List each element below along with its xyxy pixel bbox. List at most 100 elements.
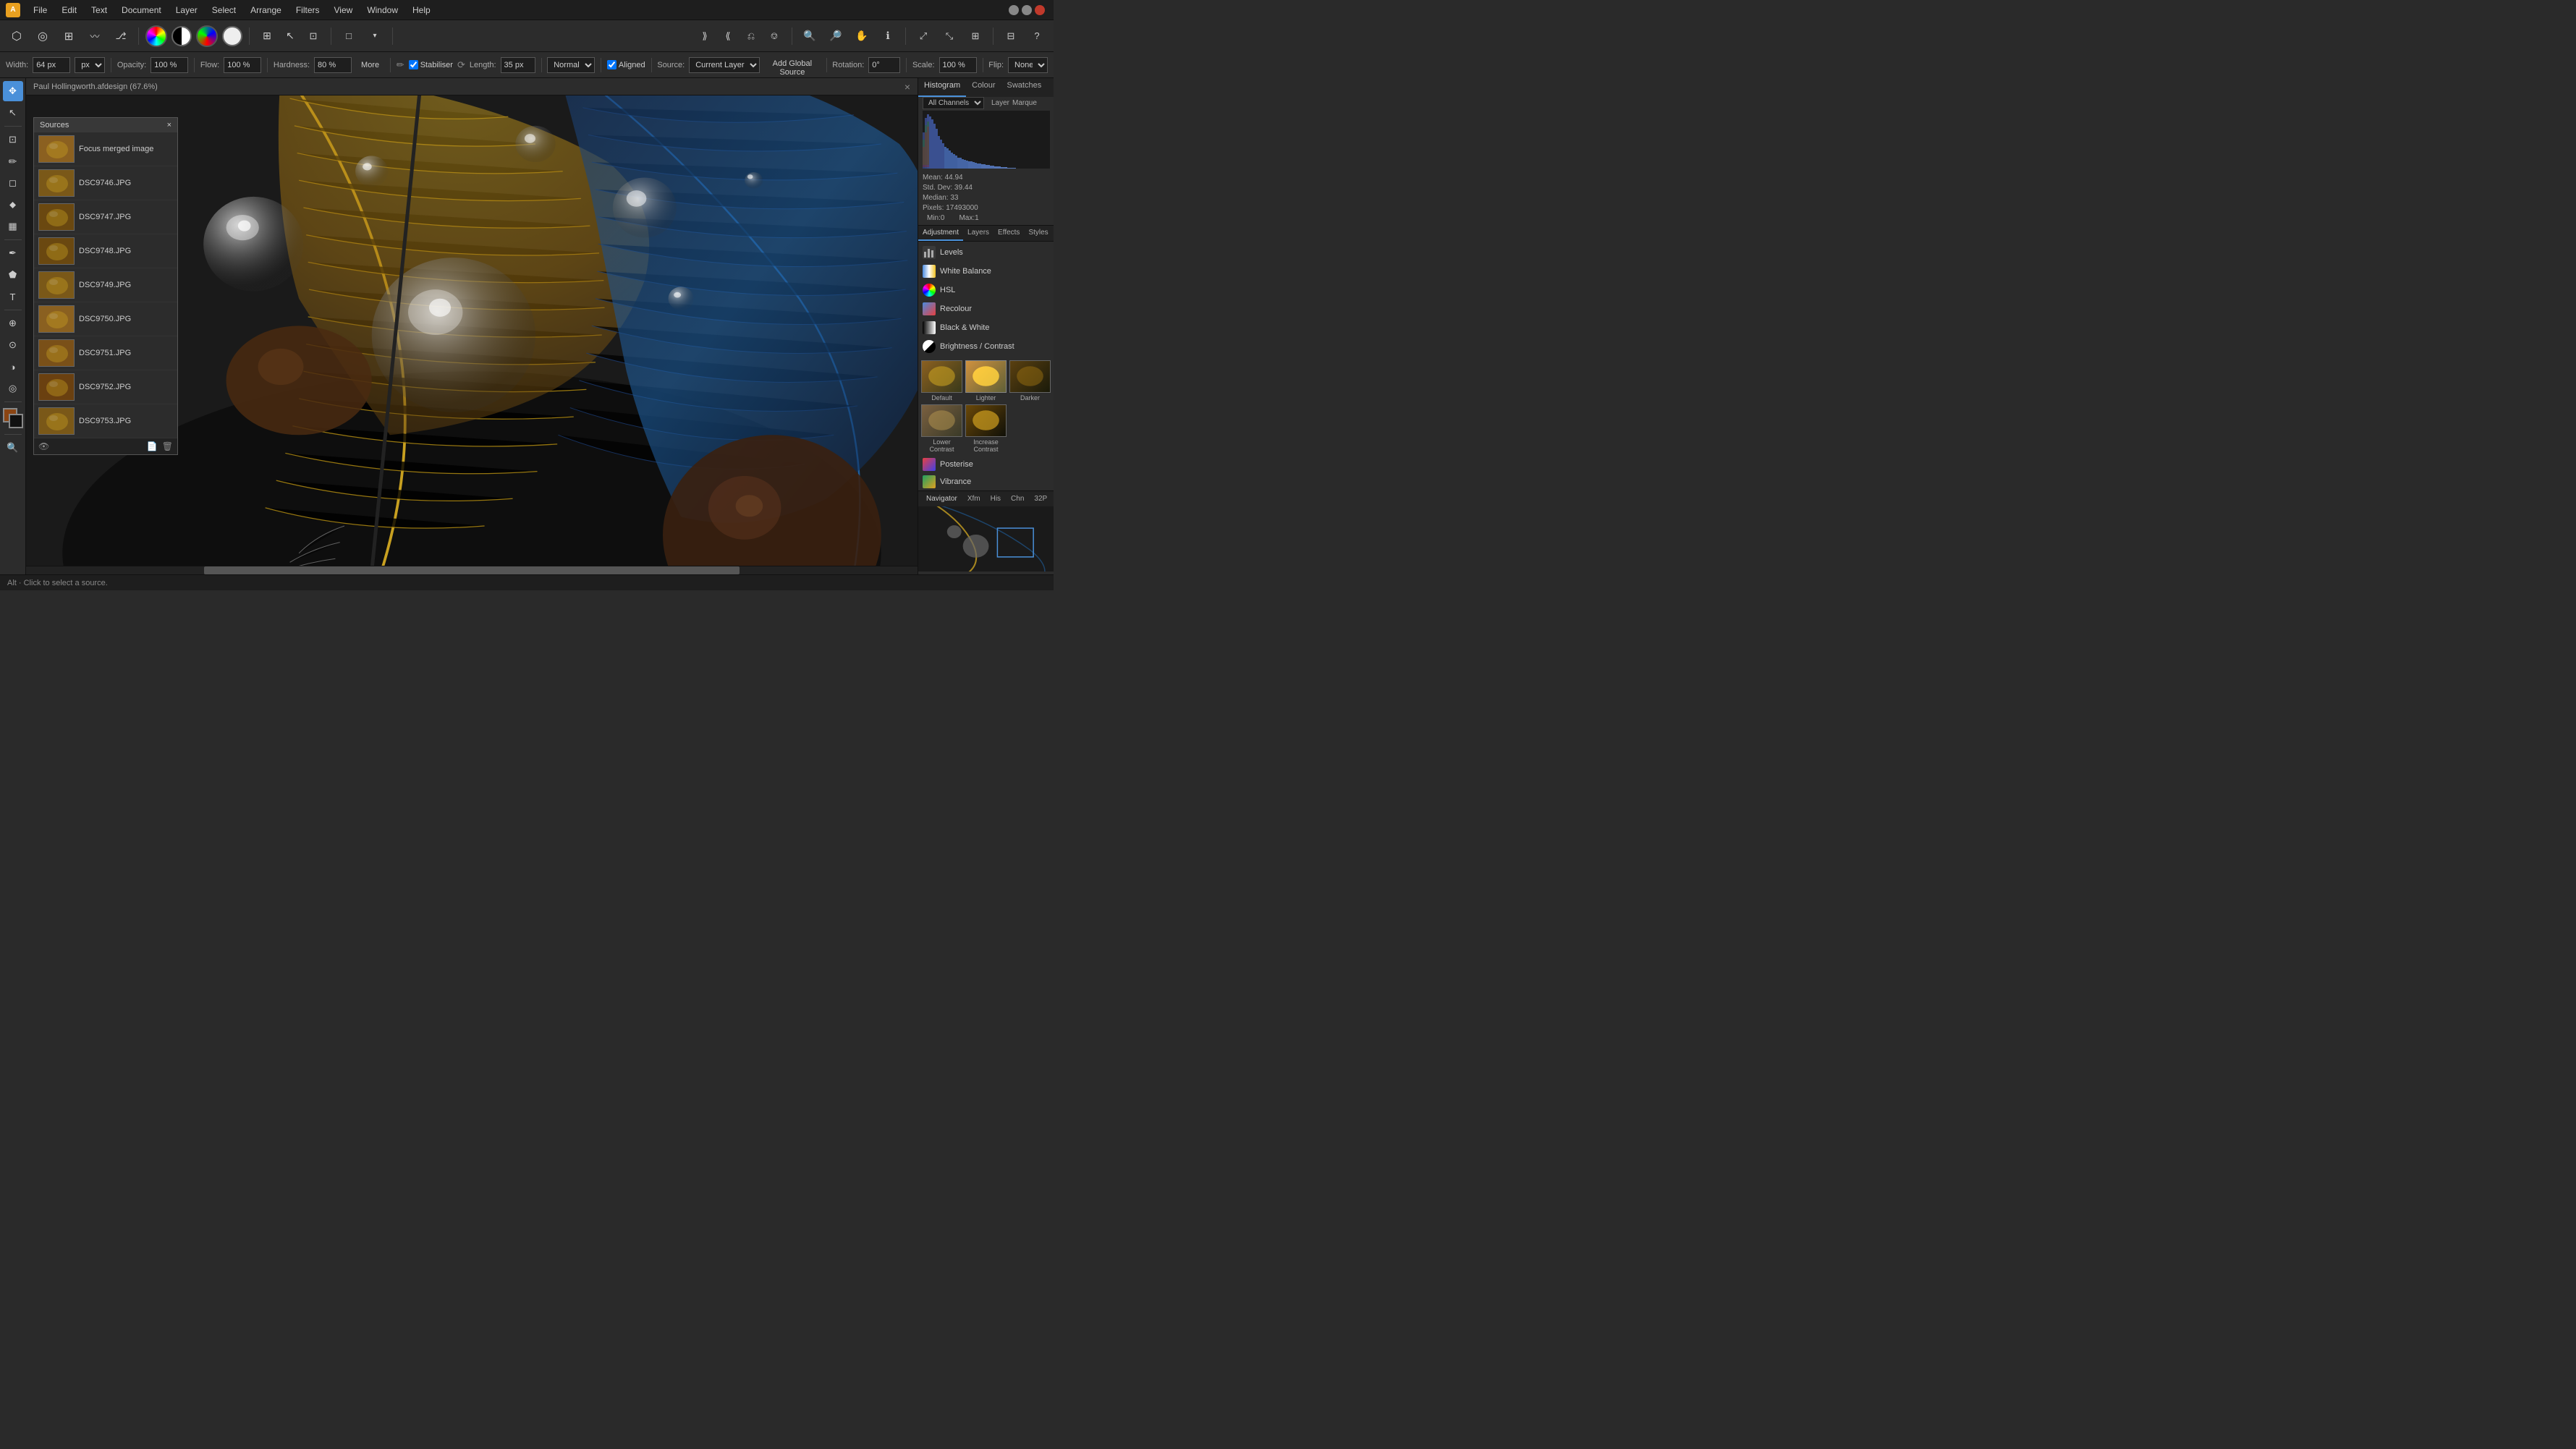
add-global-source-button[interactable]: Add Global Source (764, 57, 820, 73)
adj-hsl[interactable]: HSL (918, 281, 1054, 299)
toolbar-waveform[interactable]: 〰 (84, 26, 106, 46)
window-maximize[interactable] (1022, 5, 1032, 15)
navigator-preview[interactable] (918, 506, 1054, 571)
sources-close-button[interactable]: × (167, 121, 171, 129)
tool-dodge[interactable]: ◑ (3, 357, 23, 377)
opacity-input[interactable] (151, 57, 188, 73)
tab-histogram[interactable]: Histogram (918, 78, 966, 97)
tool-gradient[interactable]: ▦ (3, 216, 23, 237)
tool-select[interactable]: ↖ (3, 103, 23, 123)
nav-tab-chn[interactable]: Chn (1007, 493, 1028, 504)
toolbar-color-picker[interactable] (145, 25, 167, 47)
canvas-image-area[interactable]: Sources × Focus merged image DSC9746.JP (26, 95, 918, 574)
menu-window[interactable]: Window (361, 4, 404, 17)
menu-filters[interactable]: Filters (290, 4, 326, 17)
toolbar-history[interactable]: ⎌ (740, 26, 762, 46)
stabiliser-check[interactable] (409, 60, 418, 69)
marque-label[interactable]: Marque (1012, 99, 1037, 107)
toolbar-studio[interactable]: ⊟ (1000, 26, 1022, 46)
background-color[interactable] (9, 414, 23, 428)
flow-input[interactable] (224, 57, 261, 73)
toolbar-right-3[interactable]: ⊞ (965, 26, 986, 46)
tool-clone[interactable]: ⊕ (3, 313, 23, 333)
toolbar-zoom-in[interactable]: 🔍 (799, 26, 821, 46)
tool-pen[interactable]: ✒ (3, 243, 23, 263)
tool-crop[interactable]: ⊡ (3, 129, 23, 150)
menu-edit[interactable]: Edit (56, 4, 82, 17)
menu-text[interactable]: Text (85, 4, 113, 17)
menu-document[interactable]: Document (116, 4, 167, 17)
tab-brushes[interactable]: Brushes (1047, 78, 1054, 97)
layer-label[interactable]: Layer (991, 99, 1009, 107)
style-default[interactable]: Default (921, 360, 962, 401)
blend-mode-select[interactable]: Normal (547, 57, 595, 73)
nav-tab-navigator[interactable]: Navigator (923, 493, 961, 504)
source-item[interactable]: DSC9753.JPG (34, 404, 177, 438)
tool-erase[interactable]: ◻ (3, 173, 23, 193)
tab-layers[interactable]: Layers (963, 226, 993, 241)
scale-input[interactable] (939, 57, 977, 73)
length-input[interactable] (501, 57, 535, 73)
source-item[interactable]: DSC9747.JPG (34, 200, 177, 234)
scrollbar-thumb[interactable] (204, 566, 739, 574)
width-unit[interactable]: px (75, 57, 105, 73)
tool-type[interactable]: T (3, 286, 23, 307)
toolbar-zoom-out[interactable]: 🔎 (825, 26, 847, 46)
tab-styles[interactable]: Styles (1024, 226, 1052, 241)
toolbar-new[interactable]: ⬡ (6, 26, 27, 46)
sources-header[interactable]: Sources × (34, 118, 177, 132)
more-button[interactable]: More (356, 57, 384, 73)
toolbar-white-circle[interactable] (222, 26, 242, 46)
width-input[interactable] (33, 57, 70, 73)
adj-brightness-contrast[interactable]: Brightness / Contrast (918, 337, 1054, 356)
toolbar-pan[interactable]: ✋ (851, 26, 873, 46)
adj-white-balance[interactable]: White Balance (918, 262, 1054, 281)
adj-posterise[interactable]: Posterise (918, 456, 1054, 473)
tool-move[interactable]: ✥ (3, 81, 23, 101)
horizontal-scrollbar[interactable] (26, 566, 918, 574)
tool-heal[interactable]: ⊙ (3, 335, 23, 355)
toolbar-square[interactable]: □ (338, 26, 360, 46)
toolbar-info[interactable]: ℹ (877, 26, 899, 46)
style-lower-contrast[interactable]: Lower Contrast (921, 404, 962, 453)
canvas-area[interactable]: Paul Hollingworth.afdesign (67.6%) × (26, 78, 918, 574)
stabiliser-checkbox[interactable]: Stabiliser (409, 60, 453, 69)
sources-eye-button[interactable]: 👁 (38, 441, 49, 451)
menu-file[interactable]: File (27, 4, 53, 17)
adj-black-white[interactable]: Black & White (918, 318, 1054, 337)
source-item[interactable]: DSC9751.JPG (34, 336, 177, 370)
nav-tab-his[interactable]: His (987, 493, 1004, 504)
style-darker[interactable]: Darker (1009, 360, 1051, 401)
aligned-checkbox[interactable]: Aligned (607, 60, 645, 69)
flip-select[interactable]: None (1008, 57, 1048, 73)
toolbar-redo[interactable]: ⎊ (763, 26, 785, 46)
source-item[interactable]: DSC9748.JPG (34, 234, 177, 268)
tool-blur[interactable]: ◎ (3, 378, 23, 399)
menu-select[interactable]: Select (206, 4, 242, 17)
menu-arrange[interactable]: Arrange (245, 4, 287, 17)
toolbar-color-circle[interactable] (196, 25, 218, 47)
source-item[interactable]: Focus merged image (34, 132, 177, 166)
rotation-input[interactable] (868, 57, 900, 73)
toolbar-help[interactable]: ? (1026, 26, 1048, 46)
toolbar-dropdown[interactable]: ▾ (364, 26, 386, 46)
toolbar-arr-right[interactable]: ⟫ (694, 26, 716, 46)
toolbar-cursor[interactable]: ↖ (279, 26, 301, 46)
style-lighter[interactable]: Lighter (965, 360, 1007, 401)
tool-fill[interactable]: ⬥ (3, 195, 23, 215)
menu-view[interactable]: View (329, 4, 359, 17)
source-item[interactable]: DSC9749.JPG (34, 268, 177, 302)
menu-help[interactable]: Help (407, 4, 436, 17)
tab-colour[interactable]: Colour (966, 78, 1001, 97)
toolbar-share[interactable]: ⎇ (110, 26, 132, 46)
tab-effects[interactable]: Effects (993, 226, 1024, 241)
style-increase-contrast[interactable]: Increase Contrast (965, 404, 1007, 453)
adj-levels[interactable]: Levels (918, 243, 1054, 262)
hardness-input[interactable] (314, 57, 352, 73)
sources-trash-button[interactable]: 🗑 (162, 441, 173, 451)
tab-swatches[interactable]: Swatches (1001, 78, 1048, 97)
channel-select[interactable]: All Channels (923, 97, 984, 109)
source-item[interactable]: DSC9752.JPG (34, 370, 177, 404)
tool-paint[interactable]: ✏ (3, 151, 23, 171)
toolbar-grid2[interactable]: ⊞ (256, 26, 278, 46)
